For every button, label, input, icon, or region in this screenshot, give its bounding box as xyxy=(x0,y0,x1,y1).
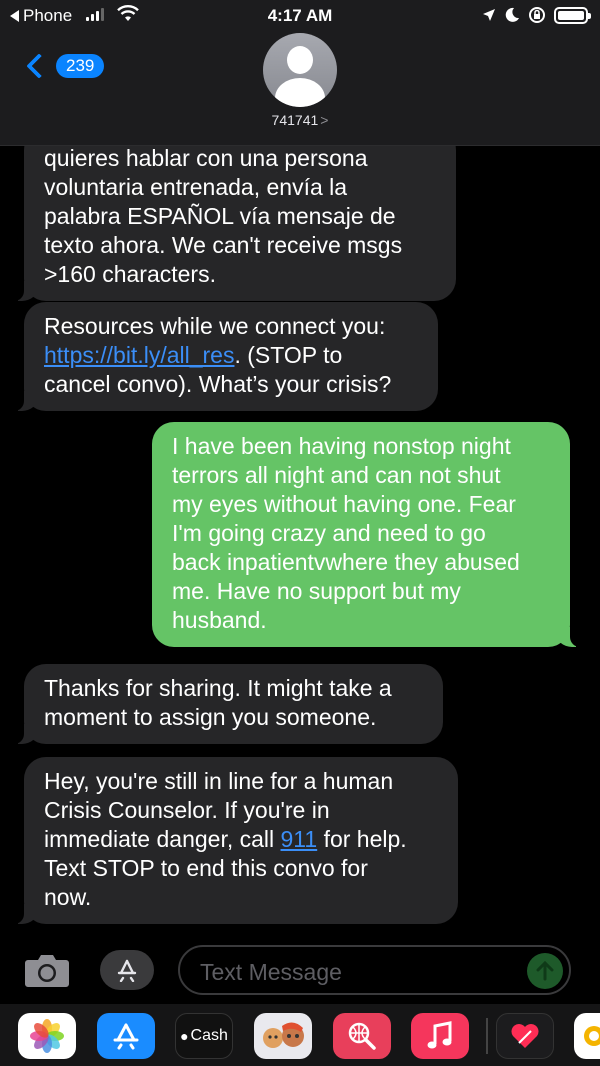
photos-app[interactable] xyxy=(18,1013,76,1059)
contact-name: 741741 xyxy=(271,112,319,128)
chevron-right-icon: > xyxy=(320,112,329,128)
contact-name-button[interactable]: 741741 > xyxy=(0,112,600,128)
camera-button[interactable] xyxy=(24,952,70,988)
photos-icon xyxy=(30,1019,64,1053)
status-bar: Phone 4:17 AM xyxy=(0,0,600,32)
status-icons xyxy=(482,6,591,24)
drawer-divider xyxy=(486,1018,488,1054)
heart-icon xyxy=(511,1024,539,1048)
chevron-left-icon xyxy=(26,53,52,79)
digital-touch-app[interactable] xyxy=(496,1013,554,1059)
message-link[interactable]: https://bit.ly/all_res xyxy=(44,342,234,368)
back-button[interactable]: 239 xyxy=(22,53,105,79)
partial-app[interactable] xyxy=(574,1013,600,1059)
incoming-message[interactable]: Thanks for sharing. It might take a mome… xyxy=(12,664,443,744)
camera-icon xyxy=(25,955,69,987)
incoming-message[interactable]: Hey, you're still in line for a human Cr… xyxy=(12,757,458,924)
message-text: Thanks for sharing. It might take a mome… xyxy=(44,675,392,730)
memoji-app[interactable] xyxy=(254,1013,312,1059)
send-button[interactable] xyxy=(527,953,563,989)
apple-logo-icon: ● xyxy=(180,1028,189,1044)
message-link[interactable]: 911 xyxy=(281,826,318,852)
globe-search-icon xyxy=(348,1022,376,1050)
contact-avatar[interactable] xyxy=(263,33,337,107)
rotation-lock-icon xyxy=(529,7,545,23)
incoming-message[interactable]: Resources while we connect you: https://… xyxy=(12,302,438,411)
unread-count-badge: 239 xyxy=(56,54,105,78)
apple-cash-app[interactable]: ● Cash xyxy=(175,1013,233,1059)
app-store-app[interactable] xyxy=(97,1013,155,1059)
partial-app-icon xyxy=(584,1026,600,1046)
moon-icon xyxy=(505,7,519,22)
memoji-icon xyxy=(263,1022,304,1048)
message-text: Resources while we connect you: xyxy=(44,313,386,339)
outgoing-message[interactable]: I have been having nonstop night terrors… xyxy=(152,422,582,647)
arrow-up-icon xyxy=(536,961,554,981)
message-input-placeholder: Text Message xyxy=(200,959,342,985)
app-drawer: ● Cash xyxy=(0,1004,600,1066)
cash-label: Cash xyxy=(190,1027,228,1044)
message-text: I have been having nonstop night terrors… xyxy=(172,433,520,633)
music-app[interactable] xyxy=(411,1013,469,1059)
app-store-button[interactable] xyxy=(100,950,154,990)
app-store-icon xyxy=(117,959,137,982)
incoming-message[interactable]: quieres hablar con una persona voluntari… xyxy=(12,128,456,301)
music-note-icon xyxy=(427,1021,452,1049)
location-icon xyxy=(483,9,495,21)
message-input[interactable]: Text Message xyxy=(178,945,571,995)
battery-icon xyxy=(554,6,591,24)
conversation-header: Phone 4:17 AM 239 741741 > xyxy=(0,0,600,146)
app-store-icon xyxy=(113,1023,139,1050)
web-search-app[interactable] xyxy=(333,1013,391,1059)
message-text: quieres hablar con una persona voluntari… xyxy=(44,145,403,287)
